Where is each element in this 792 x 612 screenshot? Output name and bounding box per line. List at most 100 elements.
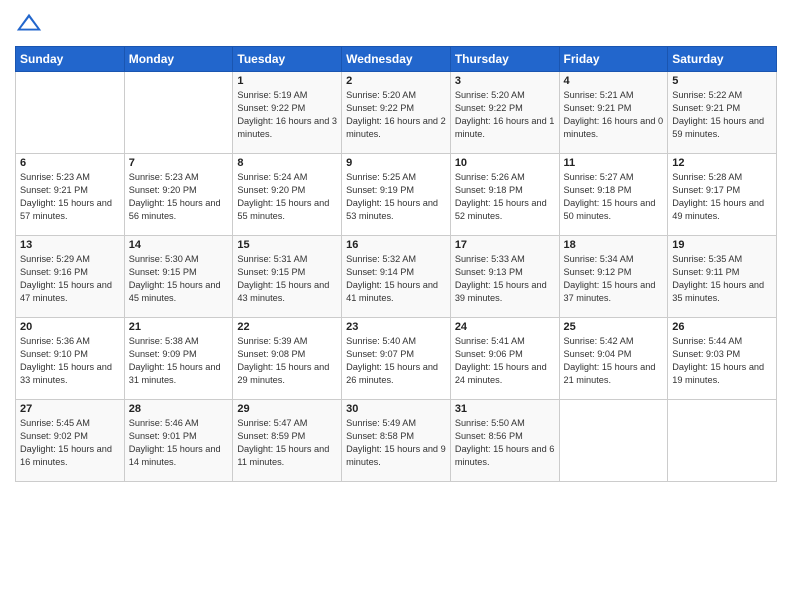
day-info: Sunrise: 5:29 AMSunset: 9:16 PMDaylight:… bbox=[20, 253, 120, 305]
calendar-cell bbox=[124, 72, 233, 154]
day-info: Sunrise: 5:28 AMSunset: 9:17 PMDaylight:… bbox=[672, 171, 772, 223]
calendar-cell: 14 Sunrise: 5:30 AMSunset: 9:15 PMDayligh… bbox=[124, 236, 233, 318]
day-info: Sunrise: 5:33 AMSunset: 9:13 PMDaylight:… bbox=[455, 253, 555, 305]
calendar-cell: 27 Sunrise: 5:45 AMSunset: 9:02 PMDayligh… bbox=[16, 400, 125, 482]
calendar-cell: 30 Sunrise: 5:49 AMSunset: 8:58 PMDayligh… bbox=[342, 400, 451, 482]
week-row-5: 27 Sunrise: 5:45 AMSunset: 9:02 PMDayligh… bbox=[16, 400, 777, 482]
day-info: Sunrise: 5:21 AMSunset: 9:21 PMDaylight:… bbox=[564, 89, 664, 141]
day-info: Sunrise: 5:36 AMSunset: 9:10 PMDaylight:… bbox=[20, 335, 120, 387]
calendar-cell: 26 Sunrise: 5:44 AMSunset: 9:03 PMDayligh… bbox=[668, 318, 777, 400]
calendar-table: SundayMondayTuesdayWednesdayThursdayFrid… bbox=[15, 46, 777, 482]
day-info: Sunrise: 5:42 AMSunset: 9:04 PMDaylight:… bbox=[564, 335, 664, 387]
calendar-cell: 5Sunrise: 5:22 AMSunset: 9:21 PMDaylight… bbox=[668, 72, 777, 154]
calendar-cell: 20Sunrise: 5:36 AMSunset: 9:10 PMDayligh… bbox=[16, 318, 125, 400]
day-number: 23 bbox=[346, 321, 446, 333]
day-info: Sunrise: 5:32 AMSunset: 9:14 PMDaylight:… bbox=[346, 253, 446, 305]
calendar-cell bbox=[559, 400, 668, 482]
calendar-cell bbox=[668, 400, 777, 482]
day-info: Sunrise: 5:50 AMSunset: 8:56 PMDaylight:… bbox=[455, 417, 555, 469]
calendar-cell: 25Sunrise: 5:42 AMSunset: 9:04 PMDayligh… bbox=[559, 318, 668, 400]
week-row-1: 1Sunrise: 5:19 AMSunset: 9:22 PMDaylight… bbox=[16, 72, 777, 154]
day-info: Sunrise: 5:20 AMSunset: 9:22 PMDaylight:… bbox=[455, 89, 555, 141]
logo-icon bbox=[15, 10, 43, 38]
day-number: 31 bbox=[455, 403, 555, 415]
day-number: 6 bbox=[20, 157, 120, 169]
day-number: 28 bbox=[129, 403, 229, 415]
day-info: Sunrise: 5:30 AMSunset: 9:15 PMDaylight:… bbox=[129, 253, 229, 305]
calendar-cell: 16 Sunrise: 5:32 AMSunset: 9:14 PMDayligh… bbox=[342, 236, 451, 318]
calendar-cell: 2 Sunrise: 5:20 AMSunset: 9:22 PMDaylight… bbox=[342, 72, 451, 154]
day-number: 8 bbox=[237, 157, 337, 169]
calendar-cell: 31 Sunrise: 5:50 AMSunset: 8:56 PMDayligh… bbox=[450, 400, 559, 482]
day-number: 4 bbox=[564, 75, 664, 87]
day-number: 17 bbox=[455, 239, 555, 251]
day-number: 21 bbox=[129, 321, 229, 333]
day-info: Sunrise: 5:44 AMSunset: 9:03 PMDaylight:… bbox=[672, 335, 772, 387]
day-number: 30 bbox=[346, 403, 446, 415]
calendar-cell: 18 Sunrise: 5:34 AMSunset: 9:12 PMDayligh… bbox=[559, 236, 668, 318]
day-info: Sunrise: 5:45 AMSunset: 9:02 PMDaylight:… bbox=[20, 417, 120, 469]
day-info: Sunrise: 5:20 AMSunset: 9:22 PMDaylight:… bbox=[346, 89, 446, 141]
day-header-tuesday: Tuesday bbox=[233, 47, 342, 72]
calendar-cell: 11Sunrise: 5:27 AMSunset: 9:18 PMDayligh… bbox=[559, 154, 668, 236]
day-info: Sunrise: 5:46 AMSunset: 9:01 PMDaylight:… bbox=[129, 417, 229, 469]
day-info: Sunrise: 5:25 AMSunset: 9:19 PMDaylight:… bbox=[346, 171, 446, 223]
day-number: 15 bbox=[237, 239, 337, 251]
calendar-cell: 12 Sunrise: 5:28 AMSunset: 9:17 PMDayligh… bbox=[668, 154, 777, 236]
day-header-monday: Monday bbox=[124, 47, 233, 72]
day-number: 1 bbox=[237, 75, 337, 87]
calendar-cell: 3 Sunrise: 5:20 AMSunset: 9:22 PMDaylight… bbox=[450, 72, 559, 154]
day-header-saturday: Saturday bbox=[668, 47, 777, 72]
calendar-cell: 7Sunrise: 5:23 AMSunset: 9:20 PMDaylight… bbox=[124, 154, 233, 236]
day-number: 22 bbox=[237, 321, 337, 333]
day-number: 2 bbox=[346, 75, 446, 87]
day-number: 14 bbox=[129, 239, 229, 251]
day-number: 10 bbox=[455, 157, 555, 169]
logo bbox=[15, 10, 47, 38]
calendar-cell: 13 Sunrise: 5:29 AMSunset: 9:16 PMDayligh… bbox=[16, 236, 125, 318]
day-number: 5 bbox=[672, 75, 772, 87]
day-number: 12 bbox=[672, 157, 772, 169]
day-info: Sunrise: 5:31 AMSunset: 9:15 PMDaylight:… bbox=[237, 253, 337, 305]
day-info: Sunrise: 5:39 AMSunset: 9:08 PMDaylight:… bbox=[237, 335, 337, 387]
day-number: 19 bbox=[672, 239, 772, 251]
day-number: 27 bbox=[20, 403, 120, 415]
calendar-cell: 24Sunrise: 5:41 AMSunset: 9:06 PMDayligh… bbox=[450, 318, 559, 400]
calendar-cell: 15 Sunrise: 5:31 AMSunset: 9:15 PMDayligh… bbox=[233, 236, 342, 318]
calendar-cell: 19 Sunrise: 5:35 AMSunset: 9:11 PMDayligh… bbox=[668, 236, 777, 318]
calendar-cell: 4 Sunrise: 5:21 AMSunset: 9:21 PMDaylight… bbox=[559, 72, 668, 154]
calendar-cell: 6 Sunrise: 5:23 AMSunset: 9:21 PMDaylight… bbox=[16, 154, 125, 236]
day-info: Sunrise: 5:49 AMSunset: 8:58 PMDaylight:… bbox=[346, 417, 446, 469]
day-number: 18 bbox=[564, 239, 664, 251]
day-info: Sunrise: 5:47 AMSunset: 8:59 PMDaylight:… bbox=[237, 417, 337, 469]
week-row-4: 20Sunrise: 5:36 AMSunset: 9:10 PMDayligh… bbox=[16, 318, 777, 400]
day-info: Sunrise: 5:38 AMSunset: 9:09 PMDaylight:… bbox=[129, 335, 229, 387]
day-info: Sunrise: 5:23 AMSunset: 9:21 PMDaylight:… bbox=[20, 171, 120, 223]
days-header-row: SundayMondayTuesdayWednesdayThursdayFrid… bbox=[16, 47, 777, 72]
calendar-cell: 9Sunrise: 5:25 AMSunset: 9:19 PMDaylight… bbox=[342, 154, 451, 236]
calendar-cell: 21 Sunrise: 5:38 AMSunset: 9:09 PMDayligh… bbox=[124, 318, 233, 400]
day-number: 3 bbox=[455, 75, 555, 87]
week-row-3: 13 Sunrise: 5:29 AMSunset: 9:16 PMDayligh… bbox=[16, 236, 777, 318]
day-header-friday: Friday bbox=[559, 47, 668, 72]
day-header-thursday: Thursday bbox=[450, 47, 559, 72]
day-info: Sunrise: 5:40 AMSunset: 9:07 PMDaylight:… bbox=[346, 335, 446, 387]
calendar-cell: 8Sunrise: 5:24 AMSunset: 9:20 PMDaylight… bbox=[233, 154, 342, 236]
calendar-body: 1Sunrise: 5:19 AMSunset: 9:22 PMDaylight… bbox=[16, 72, 777, 482]
calendar-cell: 17 Sunrise: 5:33 AMSunset: 9:13 PMDayligh… bbox=[450, 236, 559, 318]
calendar-cell: 22 Sunrise: 5:39 AMSunset: 9:08 PMDayligh… bbox=[233, 318, 342, 400]
calendar-cell: 23 Sunrise: 5:40 AMSunset: 9:07 PMDayligh… bbox=[342, 318, 451, 400]
day-info: Sunrise: 5:26 AMSunset: 9:18 PMDaylight:… bbox=[455, 171, 555, 223]
calendar-cell: 29 Sunrise: 5:47 AMSunset: 8:59 PMDayligh… bbox=[233, 400, 342, 482]
calendar-cell: 10 Sunrise: 5:26 AMSunset: 9:18 PMDayligh… bbox=[450, 154, 559, 236]
day-number: 26 bbox=[672, 321, 772, 333]
day-info: Sunrise: 5:27 AMSunset: 9:18 PMDaylight:… bbox=[564, 171, 664, 223]
day-number: 13 bbox=[20, 239, 120, 251]
day-number: 24 bbox=[455, 321, 555, 333]
day-info: Sunrise: 5:23 AMSunset: 9:20 PMDaylight:… bbox=[129, 171, 229, 223]
day-info: Sunrise: 5:35 AMSunset: 9:11 PMDaylight:… bbox=[672, 253, 772, 305]
day-info: Sunrise: 5:34 AMSunset: 9:12 PMDaylight:… bbox=[564, 253, 664, 305]
day-number: 16 bbox=[346, 239, 446, 251]
day-number: 29 bbox=[237, 403, 337, 415]
calendar-cell: 1Sunrise: 5:19 AMSunset: 9:22 PMDaylight… bbox=[233, 72, 342, 154]
